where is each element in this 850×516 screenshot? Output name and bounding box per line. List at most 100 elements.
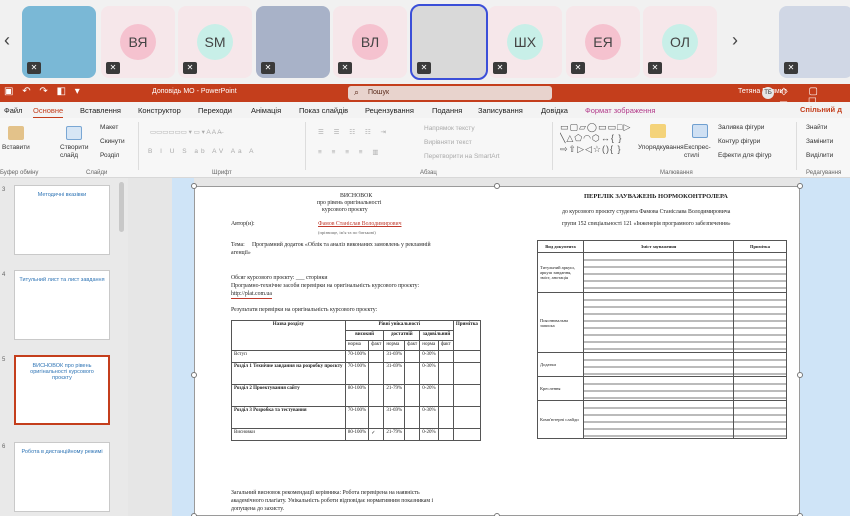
tab-review[interactable]: Рецензування	[365, 106, 414, 115]
slide-number: 6	[2, 444, 6, 450]
resize-handle[interactable]	[191, 372, 197, 378]
participant-tile[interactable]: ОЛ ✕	[643, 6, 717, 78]
shape-fill-button[interactable]: Заливка фігури	[718, 124, 764, 131]
participant-tile[interactable]: ЕЯ ✕	[566, 6, 640, 78]
table-cell	[404, 350, 421, 363]
table-cell: 70-100%	[344, 406, 370, 429]
new-slide-button[interactable]: Створити слайд	[60, 144, 90, 160]
resize-handle[interactable]	[494, 183, 500, 189]
replace-button[interactable]: Замінити	[806, 138, 833, 145]
avatar[interactable]: ТБ	[762, 87, 774, 99]
mic-muted-icon[interactable]: ✕	[493, 62, 507, 74]
slide-thumbnail[interactable]: Методичні вказівки	[14, 185, 110, 255]
mic-muted-icon[interactable]: ✕	[27, 62, 41, 74]
tab-help[interactable]: Довідка	[541, 106, 568, 115]
shape-outline-button[interactable]: Контур фігури	[718, 138, 760, 145]
group-separator	[138, 122, 139, 170]
avatar: ОЛ	[662, 24, 698, 60]
participant-tile[interactable]: ✕	[779, 6, 850, 78]
group-label-font: Шрифт	[212, 170, 232, 176]
table-cell-section: Розділ 1 Технічне завдання на розробку п…	[231, 362, 346, 385]
table-cell: 0-30%	[419, 362, 439, 385]
font-format-icons[interactable]: B I U S ab AV Aa A	[148, 148, 256, 155]
participant-tile[interactable]: ✕	[410, 4, 488, 80]
doc-subheading-2: курсового проєкту	[322, 207, 368, 213]
thumbnail-scrollbar[interactable]	[119, 182, 124, 232]
mic-muted-icon[interactable]: ✕	[261, 62, 275, 74]
chevron-left-icon[interactable]: ‹	[4, 30, 10, 51]
slide-number: 4	[2, 272, 6, 278]
remarks-doc-type: Титульний аркуш, аркуш завдання, зміст, …	[537, 252, 584, 293]
ribbon: Вставити Створити слайд Макет Скинути Ро…	[0, 118, 850, 178]
slide-thumbnail[interactable]: Титульний лист та лист завдання	[14, 270, 110, 340]
slide-thumbnail[interactable]: ВИСНОВОК про рівень оригінальності курсо…	[14, 355, 110, 425]
author-label: Автор(и):	[231, 221, 255, 227]
search-box[interactable]: ⌕ Пошук	[348, 86, 552, 100]
tab-view[interactable]: Подання	[432, 106, 462, 115]
share-button[interactable]: Спільний д	[800, 105, 842, 114]
tab-file[interactable]: Файл	[4, 106, 22, 115]
participant-tile[interactable]: ✕	[256, 6, 330, 78]
remarks-note-cell	[733, 376, 787, 401]
mic-muted-icon[interactable]: ✕	[784, 62, 798, 74]
shape-effects-button[interactable]: Ефекти для фігур	[718, 152, 772, 159]
chevron-right-icon[interactable]: ›	[732, 30, 738, 51]
tab-insert[interactable]: Вставлення	[80, 106, 121, 115]
table-cell: 0-30%	[419, 406, 439, 429]
table-cell: 70-100%	[344, 350, 370, 363]
mic-muted-icon[interactable]: ✕	[417, 62, 431, 74]
table-cell	[404, 362, 421, 385]
quick-access-icons[interactable]: ▣ ↶ ↷ ◧ ▾	[4, 86, 83, 97]
tab-record[interactable]: Записування	[478, 106, 523, 115]
table-cell: 21-79%	[383, 384, 406, 407]
resize-handle[interactable]	[191, 183, 197, 189]
mic-muted-icon[interactable]: ✕	[183, 62, 197, 74]
paste-button[interactable]: Вставити	[2, 144, 30, 151]
tab-slideshow[interactable]: Показ слайдів	[299, 106, 348, 115]
group-separator	[305, 122, 306, 170]
smartart-button[interactable]: Перетворити на SmartArt	[424, 153, 500, 160]
shapes-gallery[interactable]: ▭▢▱◯▭▭□▷ ╲△⬠◠⬡↔{ } ⇨⇧▷◁☆(){ }	[560, 122, 668, 160]
tab-design[interactable]: Конструктор	[138, 106, 181, 115]
participant-tile[interactable]: ВЯ ✕	[101, 6, 175, 78]
find-button[interactable]: Знайти	[806, 124, 827, 131]
align-text-button[interactable]: Вирівняти текст	[424, 139, 472, 146]
resize-handle[interactable]	[797, 183, 803, 189]
tab-animation[interactable]: Анімація	[251, 106, 281, 115]
remarks-line-2: групи 152 спеціальності 121 «Інженерія п…	[562, 221, 731, 227]
quick-styles-icon[interactable]	[692, 124, 708, 138]
participant-tile[interactable]: ✕	[22, 6, 96, 78]
new-slide-icon[interactable]	[66, 126, 82, 140]
paragraph-icons[interactable]: ☰ ☰ ☷ ☷ ⇥	[318, 128, 390, 136]
mic-muted-icon[interactable]: ✕	[571, 62, 585, 74]
remarks-header: Зміст зауваження	[583, 240, 734, 253]
tool-url: http://plat.com.ua	[231, 291, 272, 299]
mic-muted-icon[interactable]: ✕	[648, 62, 662, 74]
reset-button[interactable]: Скинути	[100, 138, 125, 145]
table-row: Вступ 70-100% 31-69% 0-30%	[231, 350, 482, 363]
select-button[interactable]: Виділити	[806, 152, 833, 159]
font-name-box[interactable]: ▭▭▭▭▭▭ ▾ ▭ ▾ A A A̶	[150, 128, 222, 136]
participant-tile[interactable]: SM ✕	[178, 6, 252, 78]
participant-tile[interactable]: ВЛ ✕	[333, 6, 407, 78]
slide-thumbnail[interactable]: Робота в дистанційному режимі	[14, 442, 110, 512]
remarks-note-cell	[733, 252, 787, 293]
align-icons[interactable]: ≡ ≡ ≡ ≡ ▥	[318, 148, 383, 156]
conclusion-text: Загальний висновок рекомендації керівник…	[231, 490, 420, 496]
slide-number: 3	[2, 187, 6, 193]
participant-tile[interactable]: ШХ ✕	[488, 6, 562, 78]
tab-transitions[interactable]: Переходи	[198, 106, 232, 115]
tab-picture-format[interactable]: Формат зображення	[585, 106, 655, 115]
section-button[interactable]: Розділ	[100, 152, 119, 159]
group-label-clipboard: Буфер обміну	[0, 170, 39, 176]
quick-styles-button[interactable]: Експрес-стилі	[684, 144, 714, 160]
powerpoint-window: ‹ › ▣ ↶ ↷ ◧ ▾ Доповідь МО - PowerPoint ⌕…	[0, 0, 850, 516]
mic-muted-icon[interactable]: ✕	[338, 62, 352, 74]
text-direction-button[interactable]: Напрямок тексту	[424, 125, 475, 132]
paste-icon[interactable]	[8, 126, 24, 140]
resize-handle[interactable]	[797, 372, 803, 378]
remarks-header: Вид документа	[537, 240, 584, 253]
layout-button[interactable]: Макет	[100, 124, 118, 131]
mic-muted-icon[interactable]: ✕	[106, 62, 120, 74]
remarks-header: Примітка	[733, 240, 787, 253]
